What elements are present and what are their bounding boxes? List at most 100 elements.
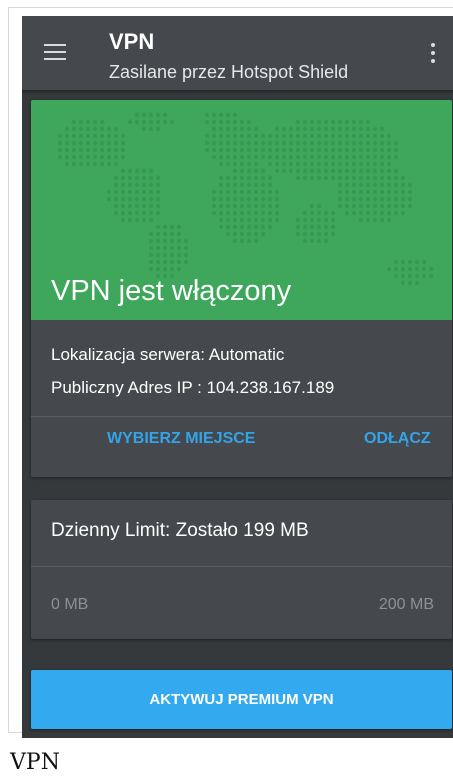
map-dot: [302, 168, 308, 174]
map-dot: [253, 231, 259, 237]
map-dot: [358, 119, 364, 125]
map-dot: [358, 133, 364, 139]
activate-premium-button[interactable]: AKTYWUJ PREMIUM VPN: [31, 670, 452, 729]
map-dot: [393, 182, 399, 188]
map-dot: [239, 182, 245, 188]
map-dot: [232, 119, 238, 125]
map-dot: [148, 126, 154, 132]
map-dot: [344, 147, 350, 153]
map-dot: [92, 147, 98, 153]
map-dot: [141, 217, 147, 223]
map-dot: [267, 175, 273, 181]
map-dot: [155, 231, 161, 237]
map-dot: [274, 154, 280, 160]
app-screen: VPN Zasilane przez Hotspot Shield VPN je…: [22, 16, 453, 738]
map-dot: [309, 126, 315, 132]
map-dot: [106, 140, 112, 146]
map-dot: [330, 126, 336, 132]
map-dot: [386, 161, 392, 167]
map-dot: [148, 245, 154, 251]
map-dot: [211, 133, 217, 139]
map-dot: [274, 126, 280, 132]
map-dot: [344, 203, 350, 209]
map-dot: [274, 161, 280, 167]
map-dot: [64, 126, 70, 132]
map-dot: [260, 154, 266, 160]
map-dot: [267, 196, 273, 202]
map-dot: [113, 161, 119, 167]
map-dot: [113, 189, 119, 195]
map-dot: [393, 266, 399, 272]
map-dot: [106, 189, 112, 195]
map-dot: [120, 175, 126, 181]
map-dot: [106, 147, 112, 153]
map-dot: [344, 168, 350, 174]
map-dot: [400, 273, 406, 279]
map-dot: [246, 161, 252, 167]
map-dot: [99, 154, 105, 160]
map-dot: [78, 161, 84, 167]
map-dot: [323, 154, 329, 160]
map-dot: [372, 140, 378, 146]
map-dot: [99, 126, 105, 132]
map-dot: [113, 210, 119, 216]
map-dot: [239, 189, 245, 195]
map-dot: [372, 175, 378, 181]
map-dot: [113, 196, 119, 202]
map-dot: [372, 161, 378, 167]
map-dot: [372, 168, 378, 174]
map-dot: [358, 175, 364, 181]
map-dot: [169, 266, 175, 272]
map-dot: [351, 140, 357, 146]
map-dot: [400, 175, 406, 181]
map-dot: [379, 203, 385, 209]
map-dot: [134, 175, 140, 181]
map-dot: [183, 245, 189, 251]
map-dot: [148, 252, 154, 258]
map-dot: [232, 203, 238, 209]
more-vertical-icon[interactable]: [428, 42, 438, 66]
daily-limit-card: Dzienny Limit: Zostało 199 MB 0 MB 200 M…: [31, 500, 452, 639]
map-dot: [148, 189, 154, 195]
map-dot: [92, 119, 98, 125]
map-dot: [225, 231, 231, 237]
map-dot: [169, 252, 175, 258]
hamburger-menu-icon[interactable]: [44, 44, 66, 62]
map-dot: [127, 217, 133, 223]
choose-location-button[interactable]: WYBIERZ MIEJSCE: [107, 430, 255, 448]
map-dot: [225, 154, 231, 160]
map-dot: [344, 133, 350, 139]
map-dot: [218, 182, 224, 188]
map-dot: [211, 154, 217, 160]
map-dot: [386, 182, 392, 188]
map-dot: [407, 196, 413, 202]
map-dot: [78, 147, 84, 153]
map-dot: [393, 273, 399, 279]
map-dot: [267, 210, 273, 216]
map-dot: [379, 182, 385, 188]
map-dot: [337, 154, 343, 160]
map-dot: [351, 210, 357, 216]
map-dot: [176, 266, 182, 272]
map-dot: [239, 217, 245, 223]
map-dot: [246, 175, 252, 181]
map-dot: [358, 161, 364, 167]
map-dot: [113, 126, 119, 132]
map-dot: [148, 182, 154, 188]
map-dot: [155, 224, 161, 230]
map-dot: [225, 133, 231, 139]
map-dot: [330, 140, 336, 146]
map-dot: [351, 154, 357, 160]
map-dot: [337, 147, 343, 153]
map-dot: [113, 203, 119, 209]
map-dot: [78, 133, 84, 139]
map-dot: [386, 154, 392, 160]
map-dot: [232, 161, 238, 167]
map-dot: [260, 224, 266, 230]
disconnect-button[interactable]: ODŁĄCZ: [364, 430, 431, 448]
map-dot: [120, 168, 126, 174]
map-dot: [337, 168, 343, 174]
map-dot: [379, 147, 385, 153]
map-dot: [358, 196, 364, 202]
map-dot: [351, 161, 357, 167]
